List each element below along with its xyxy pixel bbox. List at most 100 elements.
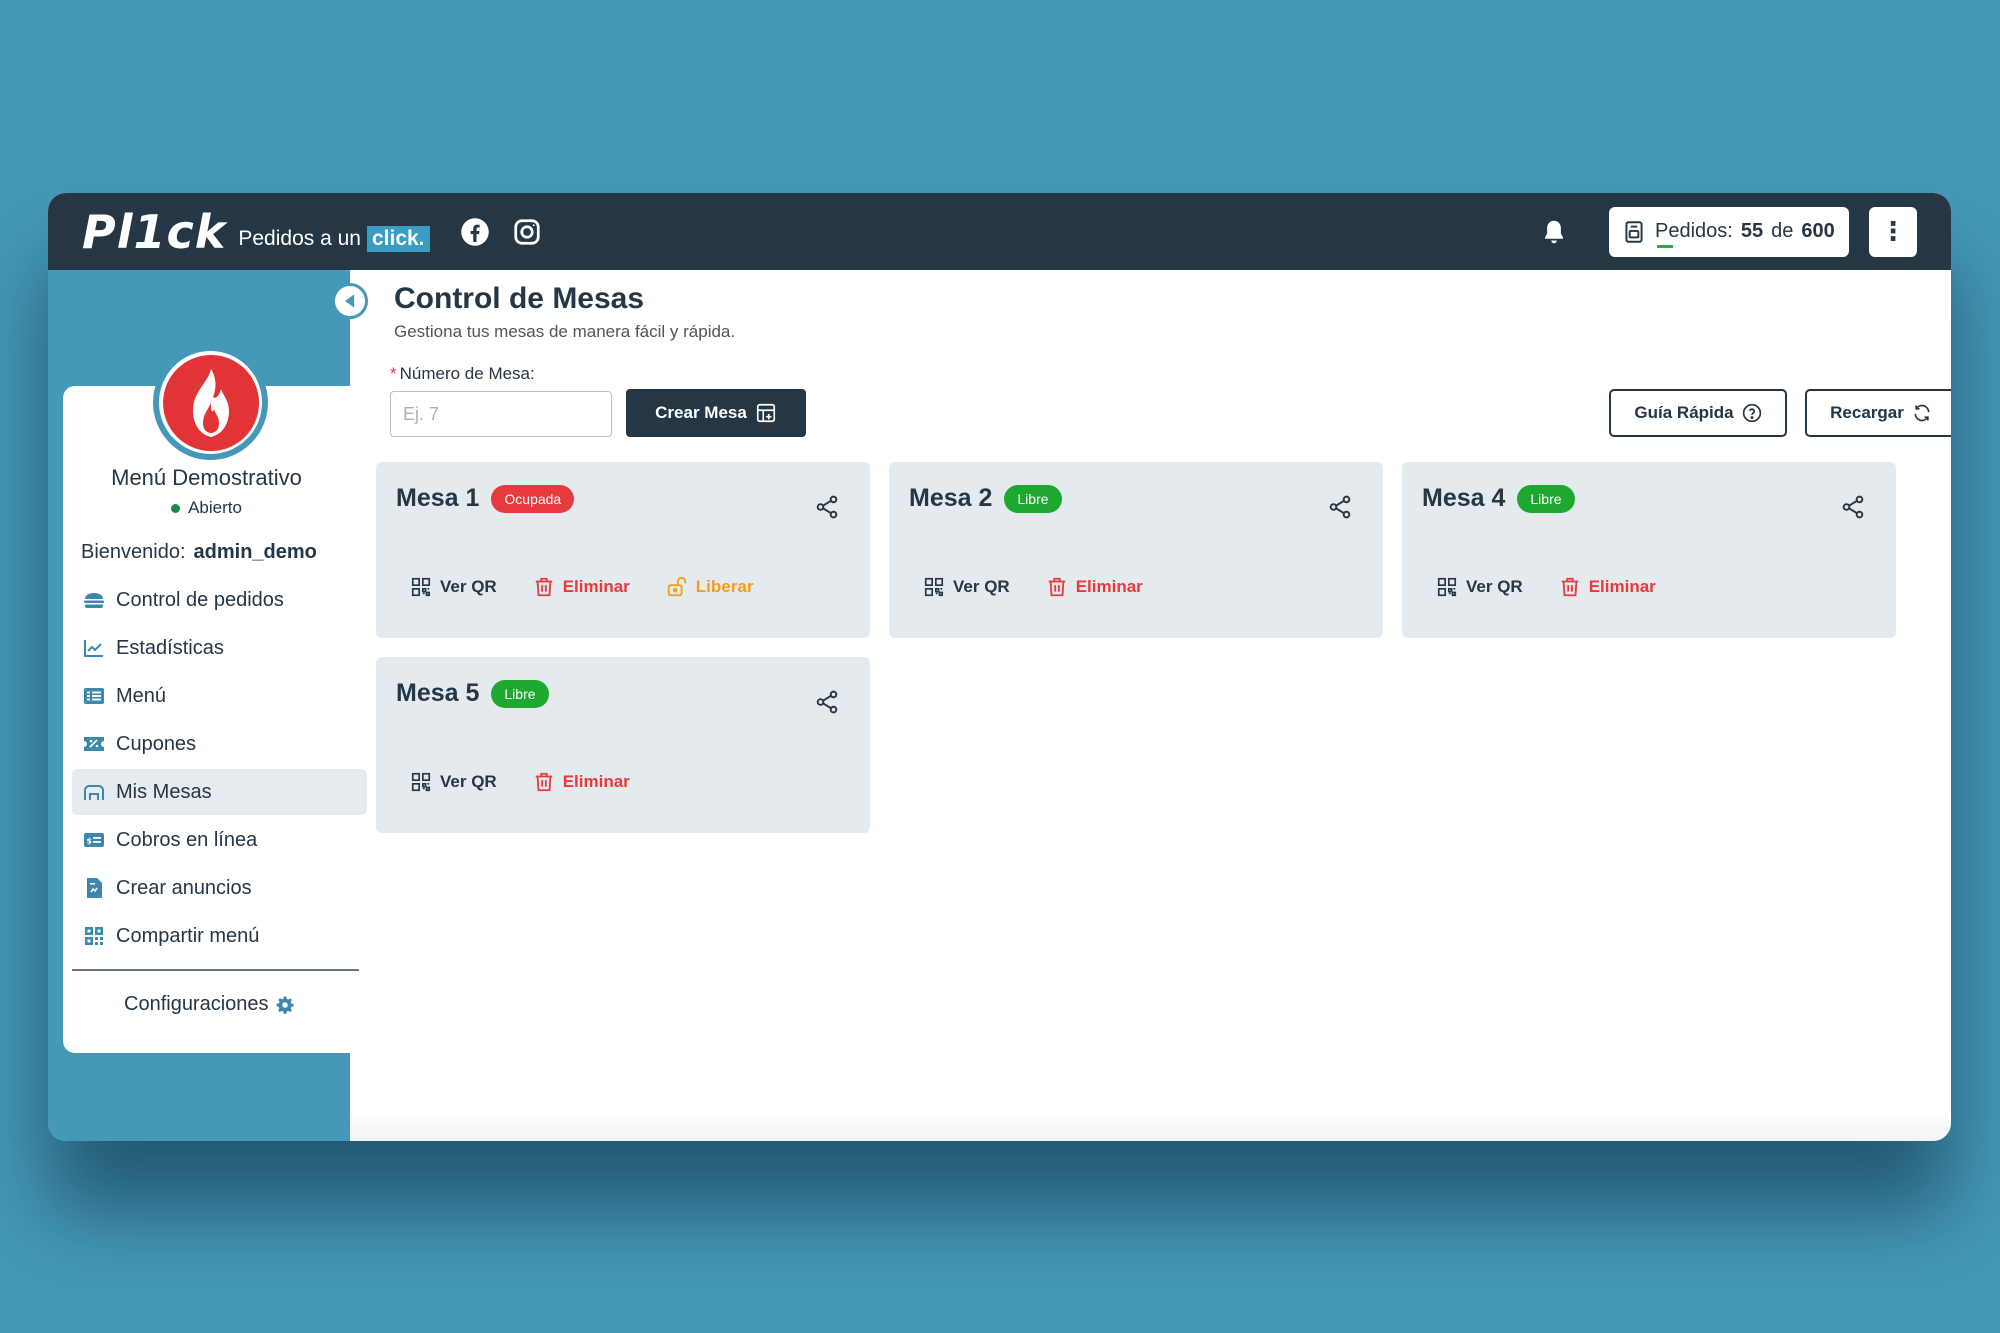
status-badge: Libre xyxy=(491,679,549,708)
orders-limit: 600 xyxy=(1801,220,1835,242)
social-links xyxy=(460,217,542,247)
chart-line-icon xyxy=(84,640,103,657)
sidebar-item-crear-anuncios[interactable]: Crear anuncios xyxy=(72,865,367,911)
sidebar-item-mis-mesas[interactable]: Mis Mesas xyxy=(72,769,367,815)
status-text: Abierto xyxy=(188,498,242,517)
qr-icon xyxy=(924,577,944,597)
burger-icon xyxy=(84,593,104,608)
qr-icon xyxy=(85,927,103,945)
bottom-fade xyxy=(350,1111,1951,1141)
refresh-icon xyxy=(1914,404,1930,422)
sidebar-item-cobros-en-linea[interactable]: $ Cobros en línea xyxy=(72,817,367,863)
sidebar-item-cupones[interactable]: Cupones xyxy=(72,721,367,767)
more-menu-button[interactable]: ⋮ xyxy=(1869,206,1917,257)
page-subtitle: Gestiona tus mesas de manera fácil y ráp… xyxy=(394,322,736,341)
page-title: Control de Mesas xyxy=(394,282,645,315)
quick-guide-label: Guía Rápida xyxy=(1634,403,1734,422)
view-qr-button[interactable]: Ver QR xyxy=(410,576,497,598)
restaurant-name: Menú Demostrativo xyxy=(111,465,302,490)
orders-counter[interactable]: Pedidos: 55 de 600 xyxy=(1609,206,1849,257)
required-mark: * xyxy=(390,364,397,383)
delete-table-button[interactable]: Eliminar xyxy=(533,576,630,598)
tagline: Pedidos a un click. xyxy=(238,225,430,252)
sidebar-divider xyxy=(72,969,359,971)
orders-label: Pedidos: xyxy=(1655,220,1733,242)
reload-button[interactable]: Recargar xyxy=(1805,389,1951,437)
share-button[interactable] xyxy=(814,494,840,525)
qr-icon xyxy=(411,772,431,792)
restaurant-status: Abierto xyxy=(63,498,350,518)
sidebar-item-label: Control de pedidos xyxy=(116,588,284,611)
view-qr-label: Ver QR xyxy=(440,577,497,596)
table-name: Mesa 2 xyxy=(909,484,993,512)
create-table-label: Crear Mesa xyxy=(655,403,747,422)
release-label: Liberar xyxy=(695,577,754,596)
trash-icon xyxy=(1561,577,1578,597)
table-name: Mesa 5 xyxy=(396,679,480,707)
sidebar-item-menu[interactable]: Menú xyxy=(72,673,367,719)
main-content: Control de Mesas Gestiona tus mesas de m… xyxy=(350,270,1951,1141)
table-card: Mesa 1 Ocupada Ver QR Eliminar Liberar xyxy=(376,462,870,638)
delete-table-button[interactable]: Eliminar xyxy=(1559,576,1656,598)
kebab-icon: ⋮ xyxy=(1880,216,1906,246)
table-card-title: Mesa 2 Libre xyxy=(909,484,1062,513)
delete-label: Eliminar xyxy=(1588,577,1656,596)
sidebar-item-label: Cupones xyxy=(116,732,197,755)
table-number-input[interactable] xyxy=(390,391,612,437)
settings-link[interactable]: Configuraciones xyxy=(124,993,295,1016)
sidebar-item-control-de-pedidos[interactable]: Control de pedidos xyxy=(72,577,367,623)
top-bar: Pl1ck Pedidos a un click. Pedidos: 55 de… xyxy=(48,193,1951,270)
table-add-icon xyxy=(756,403,775,423)
release-table-button[interactable]: Liberar xyxy=(666,576,754,598)
status-dot xyxy=(171,504,181,514)
table-actions: Ver QR Eliminar xyxy=(923,576,1143,598)
unlock-icon xyxy=(667,576,686,597)
table-actions: Ver QR Eliminar xyxy=(410,771,630,793)
quick-guide-button[interactable]: Guía Rápida xyxy=(1609,389,1787,437)
view-qr-button[interactable]: Ver QR xyxy=(923,576,1010,598)
sidebar-item-label: Cobros en línea xyxy=(116,828,258,851)
orders-of: de xyxy=(1771,220,1794,242)
welcome-text: Bienvenido: admin_demo xyxy=(81,541,317,564)
share-icon xyxy=(1842,495,1864,519)
table-actions: Ver QR Eliminar xyxy=(1436,576,1656,598)
table-card-title: Mesa 5 Libre xyxy=(396,679,549,708)
gear-icon xyxy=(276,996,294,1014)
table-actions: Ver QR Eliminar Liberar xyxy=(410,576,753,598)
delete-table-button[interactable]: Eliminar xyxy=(533,771,630,793)
delete-table-button[interactable]: Eliminar xyxy=(1046,576,1143,598)
view-qr-button[interactable]: Ver QR xyxy=(1436,576,1523,598)
svg-text:$: $ xyxy=(87,837,93,846)
share-button[interactable] xyxy=(1840,494,1866,525)
bell-icon[interactable] xyxy=(1539,217,1569,247)
delete-label: Eliminar xyxy=(562,577,630,596)
settings-label: Configuraciones xyxy=(124,993,269,1015)
view-qr-button[interactable]: Ver QR xyxy=(410,771,497,793)
orders-used: 55 xyxy=(1740,220,1764,242)
facebook-icon[interactable] xyxy=(460,217,490,247)
welcome-label: Bienvenido: xyxy=(81,541,186,563)
list-icon xyxy=(84,688,104,704)
share-button[interactable] xyxy=(814,689,840,720)
view-qr-label: Ver QR xyxy=(440,772,497,791)
share-icon xyxy=(816,495,838,519)
delete-label: Eliminar xyxy=(562,772,630,791)
create-table-button[interactable]: Crear Mesa xyxy=(626,389,806,437)
sidebar-item-estadisticas[interactable]: Estadísticas xyxy=(72,625,367,671)
table-card: Mesa 4 Libre Ver QR Eliminar xyxy=(1402,462,1896,638)
trash-icon xyxy=(535,772,552,792)
coupon-icon xyxy=(84,737,104,751)
share-button[interactable] xyxy=(1327,494,1353,525)
top-right-area: Pedidos: 55 de 600 ⋮ xyxy=(1539,206,1917,257)
sidebar-item-compartir-menu[interactable]: Compartir menú xyxy=(72,913,367,959)
flame-logo-icon xyxy=(162,354,259,451)
sidebar-item-label: Crear anuncios xyxy=(116,876,252,899)
instagram-icon[interactable] xyxy=(512,217,542,247)
view-qr-label: Ver QR xyxy=(953,577,1010,596)
table-number-label: * Número de Mesa: xyxy=(390,364,535,384)
table-card-title: Mesa 4 Libre xyxy=(1422,484,1575,513)
app-logo[interactable]: Pl1ck xyxy=(82,205,226,259)
qr-icon xyxy=(411,577,431,597)
orders-progress-bar xyxy=(1657,244,1673,248)
help-circle-icon xyxy=(1742,403,1761,423)
